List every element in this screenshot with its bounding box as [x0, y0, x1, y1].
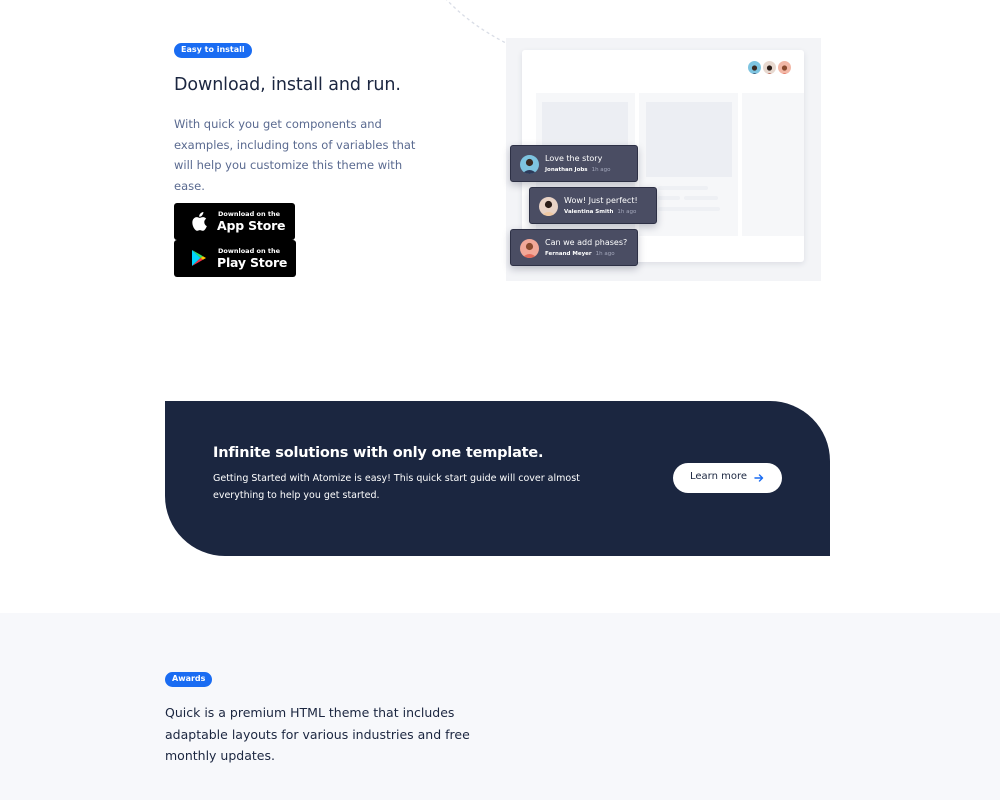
- arrow-right-icon: [754, 474, 764, 482]
- comment-author: Jonathan Jobs 1h ago: [545, 167, 611, 173]
- cta-title: Infinite solutions with only one templat…: [213, 445, 544, 461]
- mockup-text-line: [658, 207, 720, 211]
- comment-card: Wow! Just perfect! Valentina Smith 1h ago: [529, 187, 657, 224]
- mockup-text-line: [658, 186, 708, 190]
- app-store-button[interactable]: Download on the App Store: [174, 203, 295, 240]
- comment-card: Can we add phases? Fernand Meyer 1h ago: [510, 229, 638, 266]
- apple-icon: [192, 212, 207, 231]
- cta-description: Getting Started with Atomize is easy! Th…: [213, 473, 580, 501]
- awards-badge: Awards: [165, 672, 213, 687]
- comment-message: Love the story: [545, 154, 603, 163]
- commenter-avatar: [520, 239, 539, 258]
- install-description: With quick you get components and exampl…: [174, 117, 416, 193]
- google-play-icon: [192, 250, 206, 266]
- avatar: [776, 59, 793, 76]
- commenter-avatar: [520, 155, 539, 174]
- play-store-label: Play Store: [217, 255, 288, 270]
- comment-card: Love the story Jonathan Jobs 1h ago: [510, 145, 638, 182]
- learn-more-label: Learn more: [690, 471, 748, 482]
- learn-more-button[interactable]: Learn more: [673, 463, 782, 493]
- play-store-button[interactable]: Download on the Play Store: [174, 240, 296, 277]
- app-store-small-label: Download on the: [218, 210, 280, 218]
- comment-message: Can we add phases?: [545, 238, 628, 247]
- awards-description: Quick is a premium HTML theme that inclu…: [165, 705, 470, 763]
- mockup-image-placeholder: [646, 102, 732, 177]
- mockup-text-line: [684, 196, 718, 200]
- play-store-small-label: Download on the: [218, 247, 280, 255]
- comment-author: Valentina Smith 1h ago: [564, 209, 637, 215]
- comment-author: Fernand Meyer 1h ago: [545, 251, 615, 257]
- install-title: Download, install and run.: [174, 75, 401, 95]
- commenter-avatar: [539, 197, 558, 216]
- cta-banner: Infinite solutions with only one templat…: [165, 401, 830, 556]
- awards-section: Awards Quick is a premium HTML theme tha…: [0, 613, 1000, 800]
- mockup-column: [742, 93, 804, 236]
- mockup-text-line: [658, 196, 680, 200]
- comment-message: Wow! Just perfect!: [564, 196, 638, 205]
- easy-to-install-badge: Easy to install: [174, 43, 252, 58]
- app-store-label: App Store: [217, 218, 286, 233]
